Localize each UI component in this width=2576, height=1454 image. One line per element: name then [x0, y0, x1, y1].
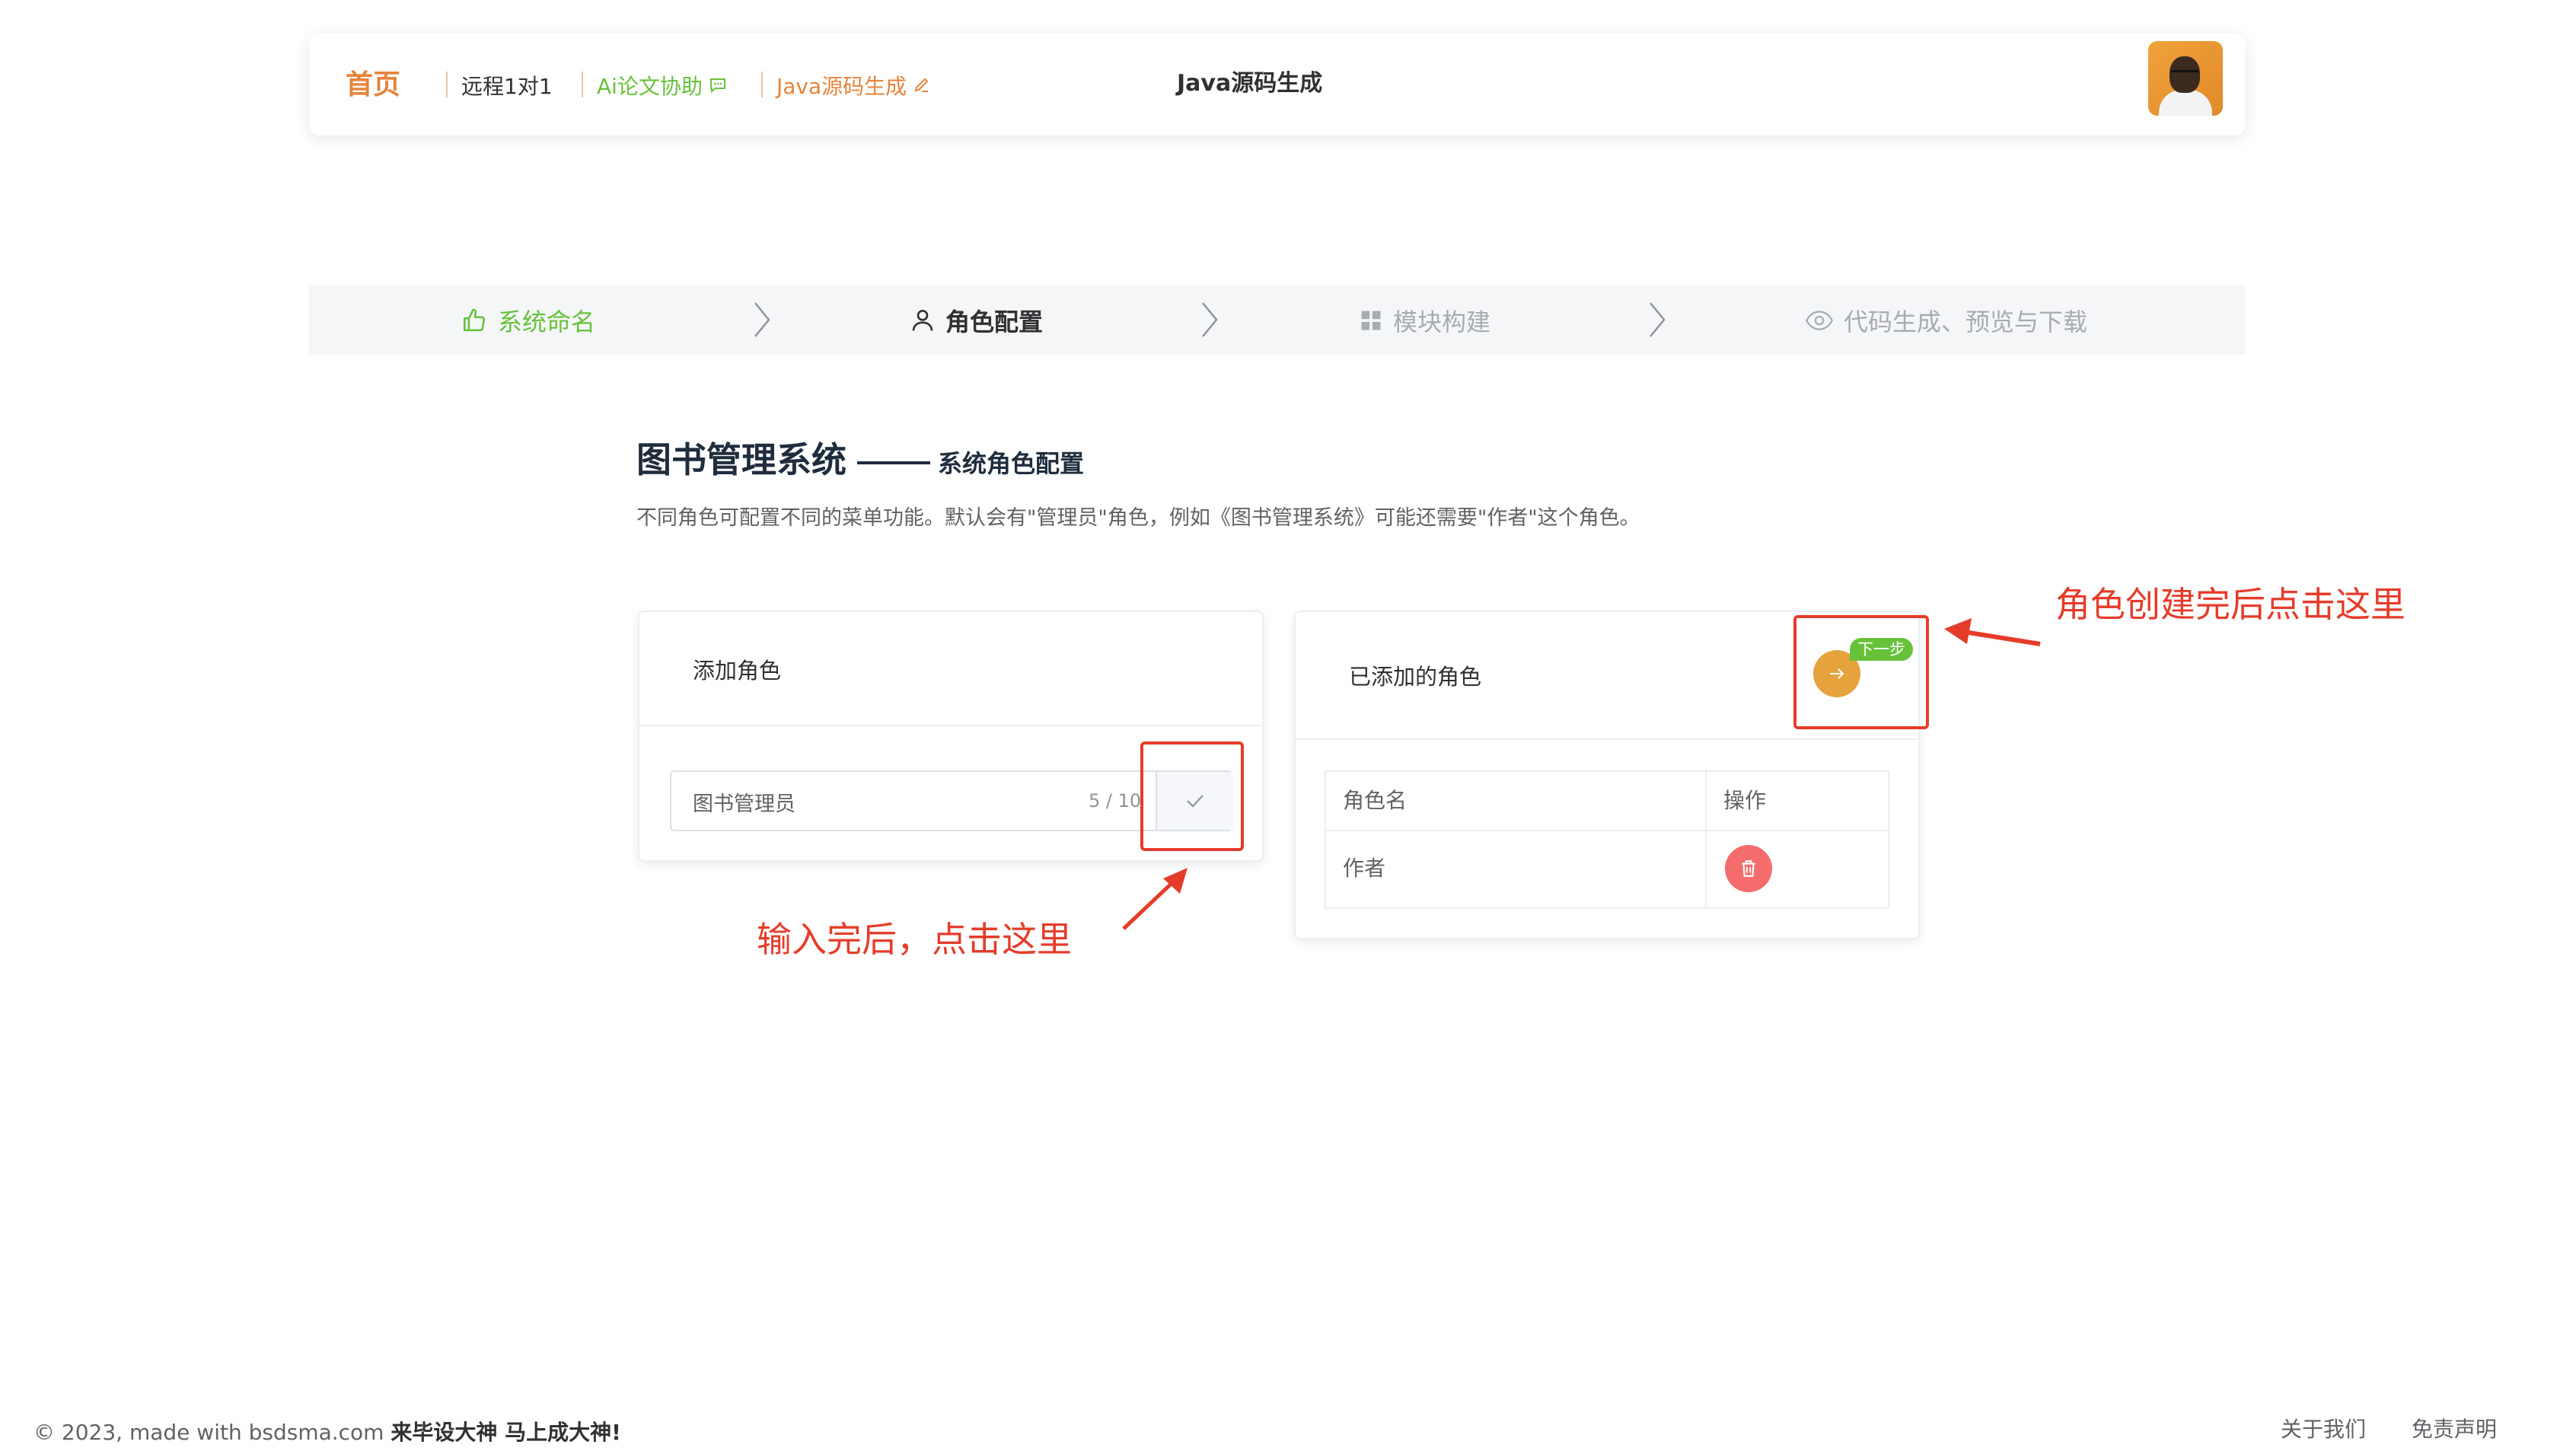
nav-home-link[interactable]: 首页	[346, 62, 400, 102]
annotation-highlight-box	[1140, 741, 1244, 851]
page-header-title: Java源码生成	[1177, 70, 1323, 97]
page-title: 图书管理系统 系统角色配置	[636, 432, 1084, 483]
add-role-title: 添加角色	[693, 658, 782, 684]
step-label: 系统命名	[498, 308, 596, 336]
thumb-up-icon	[463, 308, 486, 332]
user-icon	[912, 310, 933, 331]
nav-ai-label: Ai论文协助	[597, 74, 703, 99]
nav-java-gen-link[interactable]: Java源码生成	[776, 70, 931, 100]
page-subtitle: 系统角色配置	[938, 449, 1085, 478]
roles-table: 角色名 操作 作者	[1325, 770, 1889, 909]
nav-divider	[761, 72, 763, 97]
top-navbar: 首页 远程1对1 Ai论文协助 Java源码生成 Java源码生成	[309, 33, 2246, 136]
step-label: 模块构建	[1393, 308, 1491, 336]
annotation-arrow-icon	[1944, 618, 2041, 646]
step-label: 代码生成、预览与下载	[1844, 308, 2088, 336]
title-dash	[857, 461, 930, 464]
annotation-next-hint: 角色创建完后点击这里	[2055, 584, 2405, 625]
grid-icon	[1361, 311, 1381, 330]
avatar-shirt	[2159, 90, 2212, 116]
char-count: 5 / 10	[1089, 790, 1142, 811]
card-divider	[639, 725, 1262, 726]
footer-disclaimer-link[interactable]: 免责声明	[2412, 1413, 2497, 1443]
role-name-cell: 作者	[1343, 856, 1386, 881]
avatar-glasses	[2171, 70, 2198, 78]
nav-remote-link[interactable]: 远程1对1	[461, 70, 553, 100]
column-header-role: 角色名	[1343, 788, 1408, 813]
system-name: 图书管理系统	[636, 439, 846, 480]
step-module-build[interactable]: 模块构建	[1360, 303, 1490, 338]
nav-java-label: Java源码生成	[776, 74, 907, 99]
nav-divider	[582, 72, 583, 97]
footer-about-link[interactable]: 关于我们	[2281, 1413, 2366, 1443]
annotation-highlight-box	[1793, 615, 1929, 729]
chevron-right-icon	[754, 302, 770, 337]
steps-bar: 系统命名 角色配置 模块构建 代码生成、预览与下载	[309, 285, 2246, 355]
annotation-input-hint: 输入完后，点击这里	[757, 919, 1072, 960]
table-divider	[1705, 772, 1707, 907]
chevron-right-icon	[1650, 302, 1666, 337]
column-header-action: 操作	[1723, 788, 1767, 813]
step-code-generate[interactable]: 代码生成、预览与下载	[1806, 303, 2087, 338]
delete-role-button[interactable]	[1725, 845, 1772, 892]
eye-icon	[1806, 311, 1833, 330]
role-name-input[interactable]	[691, 772, 1075, 831]
nav-ai-paper-link[interactable]: Ai论文协助	[597, 70, 727, 100]
footer-slogan: 来毕设大神 马上成大神!	[391, 1420, 621, 1445]
edit-icon	[913, 75, 931, 98]
added-roles-title: 已添加的角色	[1349, 664, 1482, 690]
step-system-naming[interactable]: 系统命名	[461, 303, 595, 338]
card-divider	[1296, 738, 1918, 740]
copyright-text: © 2023, made with bsdsma.com	[33, 1420, 384, 1445]
annotation-arrow-icon	[1122, 868, 1188, 930]
step-role-config[interactable]: 角色配置	[910, 303, 1043, 338]
page-description: 不同角色可配置不同的菜单功能。默认会有"管理员"角色，例如《图书管理系统》可能还…	[636, 506, 1640, 530]
footer-copyright: © 2023, made with bsdsma.com 来毕设大神 马上成大神…	[33, 1416, 621, 1446]
trash-icon	[1742, 860, 1755, 877]
user-avatar[interactable]	[2148, 41, 2223, 116]
step-label: 角色配置	[945, 308, 1044, 336]
nav-divider	[446, 72, 448, 97]
chat-icon	[709, 77, 727, 98]
table-divider	[1326, 830, 1888, 831]
chevron-right-icon	[1202, 302, 1218, 337]
